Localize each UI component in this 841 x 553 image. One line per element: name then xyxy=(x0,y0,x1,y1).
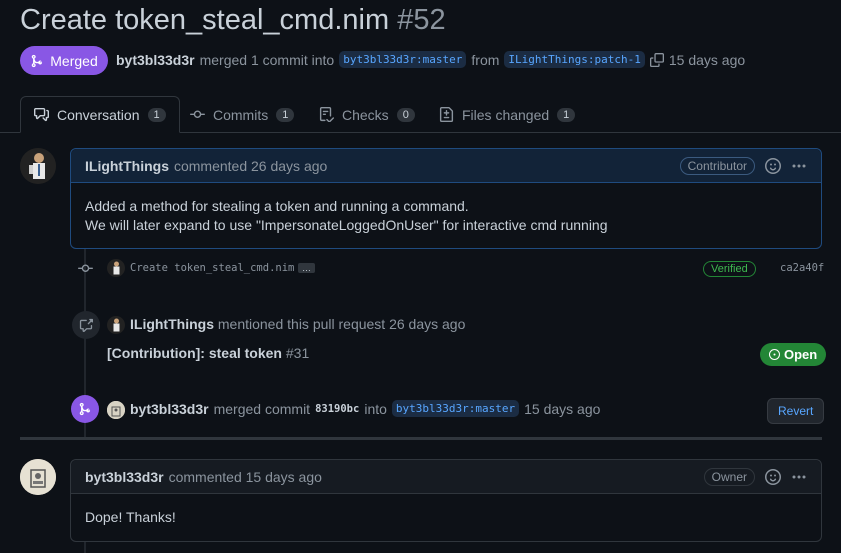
merge-time[interactable]: 15 days ago xyxy=(524,401,600,417)
tab-files-changed[interactable]: Files changed 1 xyxy=(439,96,576,133)
comment-author-link[interactable]: byt3bl33d3r xyxy=(85,469,164,485)
referenced-issue: [Contribution]: steal token #31 xyxy=(107,345,309,361)
pr-author-link[interactable]: byt3bl33d3r xyxy=(116,52,195,68)
git-merge-icon xyxy=(79,402,91,416)
tab-conversation-count: 1 xyxy=(147,107,166,122)
git-merge-icon xyxy=(32,54,43,67)
comment-header: byt3bl33d3r commented 15 days ago Owner xyxy=(71,460,821,494)
pr-title-text: Create token_steal_cmd.nim xyxy=(20,4,390,36)
open-state-label: Open xyxy=(784,347,818,362)
merge-event: byt3bl33d3r merged commit 83190bc into b… xyxy=(130,400,600,417)
pr-tab-bar: Conversation 1 Commits 1 Checks 0 Files … xyxy=(0,96,841,133)
commit-message-link[interactable]: Create token_steal_cmd.nim xyxy=(130,262,294,274)
user-avatar-icon xyxy=(20,459,56,495)
merge-commit-sha-link[interactable]: 83190bc xyxy=(315,403,359,415)
revert-button[interactable]: Revert xyxy=(767,398,825,424)
tab-checks[interactable]: Checks 0 xyxy=(319,96,415,133)
tab-commits-count: 1 xyxy=(276,107,295,122)
merge-target-branch[interactable]: byt3bl33d3r:master xyxy=(391,400,520,417)
git-commit-icon xyxy=(78,264,93,273)
cross-reference-badge xyxy=(72,311,100,339)
merged-state-label: Merged xyxy=(50,52,98,69)
smiley-icon[interactable] xyxy=(765,157,781,174)
tab-checks-count: 0 xyxy=(396,107,415,122)
merged-state-badge: Merged xyxy=(20,46,108,75)
mention-author-link[interactable]: ILightThings xyxy=(130,316,214,332)
pr-title: Create token_steal_cmd.nim #52 xyxy=(20,4,446,37)
commit-author-avatar[interactable] xyxy=(107,259,125,277)
smiley-icon[interactable] xyxy=(765,468,781,485)
checklist-icon xyxy=(319,107,334,122)
copy-icon[interactable] xyxy=(649,52,664,67)
comment-body-line: Added a method for stealing a token and … xyxy=(85,198,469,214)
from-text: from xyxy=(471,51,500,68)
comment-box: byt3bl33d3r commented 15 days ago Owner … xyxy=(70,459,822,542)
timeline-divider xyxy=(20,437,822,440)
git-commit-icon xyxy=(190,110,205,119)
referenced-issue-title[interactable]: [Contribution]: steal token xyxy=(107,345,282,361)
mention-event-text: mentioned this pull request 26 days ago xyxy=(217,316,466,332)
pr-number: #52 xyxy=(397,4,446,36)
contributor-badge: Contributor xyxy=(679,156,755,175)
merger-author-link[interactable]: byt3bl33d3r xyxy=(130,401,209,417)
avatar[interactable] xyxy=(20,459,56,495)
comment-timestamp[interactable]: commented 26 days ago xyxy=(174,158,327,174)
comment-body: Added a method for stealing a token and … xyxy=(71,183,821,249)
user-avatar-icon xyxy=(107,259,125,277)
tab-commits[interactable]: Commits 1 xyxy=(190,96,295,133)
into-text: into xyxy=(364,400,387,417)
merge-event-badge xyxy=(71,395,99,423)
comment-body-line: We will later expand to use "Impersonate… xyxy=(85,217,608,233)
issue-opened-icon xyxy=(769,349,780,360)
tab-conversation-label: Conversation xyxy=(57,106,140,123)
comment-body: Dope! Thanks! xyxy=(71,494,821,541)
base-branch[interactable]: byt3bl33d3r:master xyxy=(339,51,467,68)
comment-discussion-icon xyxy=(34,107,49,122)
file-diff-icon xyxy=(439,107,454,122)
kebab-menu-icon[interactable] xyxy=(791,158,807,174)
pr-meta-line: byt3bl33d3r merged 1 commit into byt3bl3… xyxy=(116,51,745,68)
owner-badge: Owner xyxy=(703,467,755,486)
kebab-menu-icon[interactable] xyxy=(791,469,807,485)
user-avatar-icon xyxy=(107,401,125,419)
pr-merge-time[interactable]: 15 days ago xyxy=(669,52,745,68)
tab-files-changed-count: 1 xyxy=(557,107,576,122)
tab-commits-label: Commits xyxy=(213,106,269,123)
referenced-issue-number: #31 xyxy=(285,345,310,361)
comment-body-line: Dope! Thanks! xyxy=(85,509,176,525)
head-branch[interactable]: ILightThings:patch-1 xyxy=(504,51,645,68)
comment-box: ILightThings commented 26 days ago Contr… xyxy=(70,148,822,249)
merger-avatar[interactable] xyxy=(107,401,125,419)
tab-files-changed-label: Files changed xyxy=(462,106,550,123)
verified-badge[interactable]: Verified xyxy=(703,261,756,277)
comment-timestamp[interactable]: commented 15 days ago xyxy=(169,469,322,485)
comment-author-link[interactable]: ILightThings xyxy=(85,158,169,174)
user-avatar-icon xyxy=(107,316,125,334)
comment-header: ILightThings commented 26 days ago Contr… xyxy=(71,149,821,183)
user-avatar-icon xyxy=(20,148,56,184)
tab-conversation[interactable]: Conversation 1 xyxy=(20,96,180,133)
cross-reference-icon xyxy=(79,318,93,332)
avatar[interactable] xyxy=(20,148,56,184)
commit-sha-link[interactable]: ca2a40f xyxy=(780,262,824,274)
mention-author-avatar[interactable] xyxy=(107,316,125,334)
merged-commit-text: merged commit xyxy=(213,400,311,417)
mention-event: ILightThings mentioned this pull request… xyxy=(130,316,465,332)
merged-commit-text: merged 1 commit into xyxy=(199,51,335,68)
tab-checks-label: Checks xyxy=(342,106,389,123)
open-state-badge: Open xyxy=(760,343,827,366)
commit-expand-button[interactable]: … xyxy=(298,263,315,273)
